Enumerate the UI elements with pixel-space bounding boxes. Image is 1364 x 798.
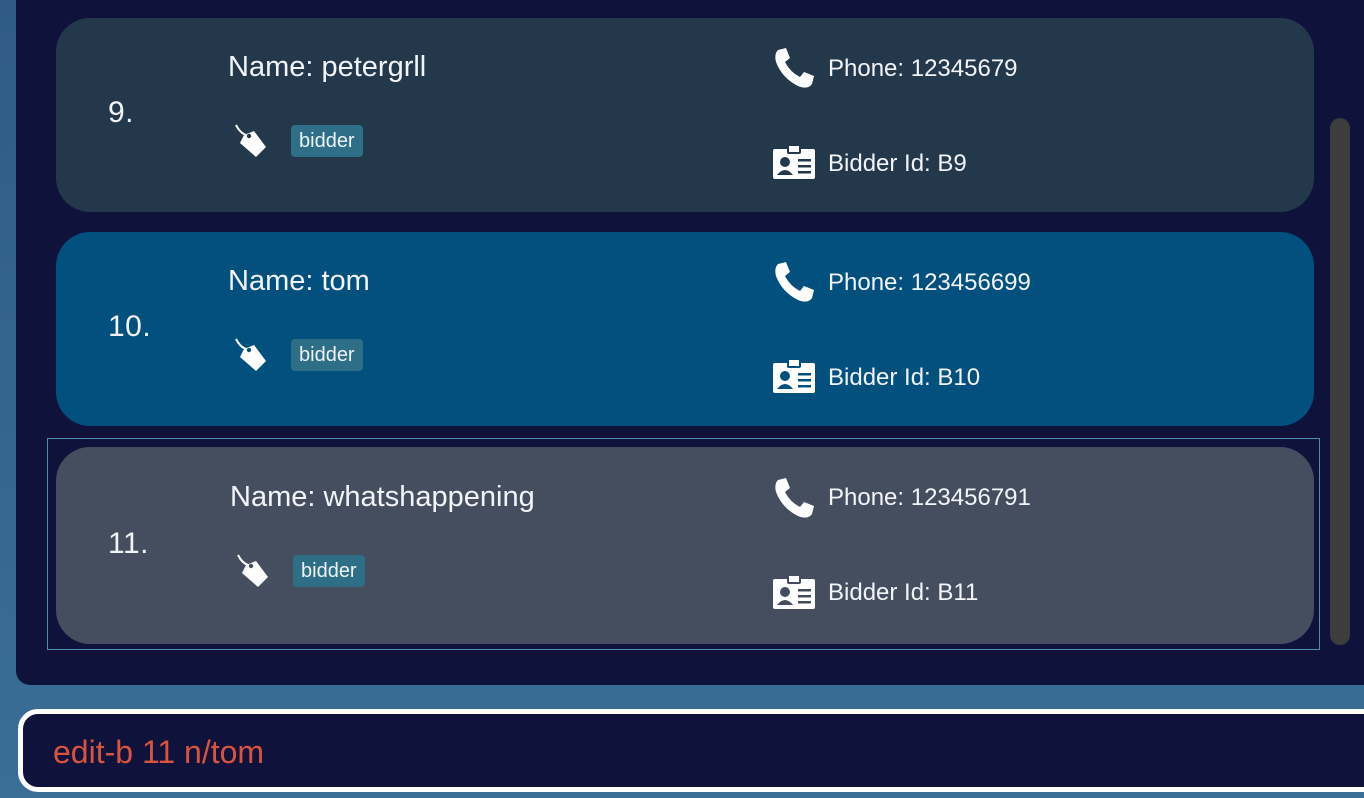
bidder-card-11[interactable]: 11. Name: whatshappening bidder Phone: 1… xyxy=(56,447,1314,644)
bidder-id-text: Bidder Id: B11 xyxy=(828,579,979,606)
id-card-icon xyxy=(773,359,815,393)
bidder-id-text: Bidder Id: B10 xyxy=(828,364,981,391)
command-input[interactable] xyxy=(51,731,1355,773)
phone-icon xyxy=(775,478,814,518)
card-name: Name: petergrll xyxy=(228,51,427,83)
bidder-id-text: Bidder Id: B9 xyxy=(828,150,967,177)
phone-text: Phone: 12345679 xyxy=(828,55,1018,82)
tag-badge: bidder xyxy=(291,125,363,157)
vertical-scrollbar[interactable] xyxy=(1330,118,1350,645)
bidder-card-9[interactable]: 9. Name: petergrll bidder Phone: 1234567… xyxy=(56,18,1314,212)
card-index: 10. xyxy=(108,310,152,343)
card-name: Name: whatshappening xyxy=(230,481,535,513)
tag-badge: bidder xyxy=(293,555,365,587)
phone-icon xyxy=(775,262,814,302)
id-card-icon xyxy=(773,575,815,609)
id-card-icon xyxy=(773,145,815,179)
card-name: Name: tom xyxy=(228,265,370,297)
tag-icon xyxy=(237,554,268,587)
tag-icon xyxy=(235,338,266,371)
tag-badge: bidder xyxy=(291,339,363,371)
bidder-card-10[interactable]: 10. Name: tom bidder Phone: 123456699 Bi… xyxy=(56,232,1314,426)
phone-text: Phone: 123456699 xyxy=(828,269,1031,296)
phone-icon xyxy=(775,48,814,88)
command-box[interactable] xyxy=(18,709,1364,792)
phone-text: Phone: 123456791 xyxy=(828,484,1031,511)
card-index: 11. xyxy=(108,527,149,560)
card-index: 9. xyxy=(108,96,135,129)
tag-icon xyxy=(235,124,266,157)
